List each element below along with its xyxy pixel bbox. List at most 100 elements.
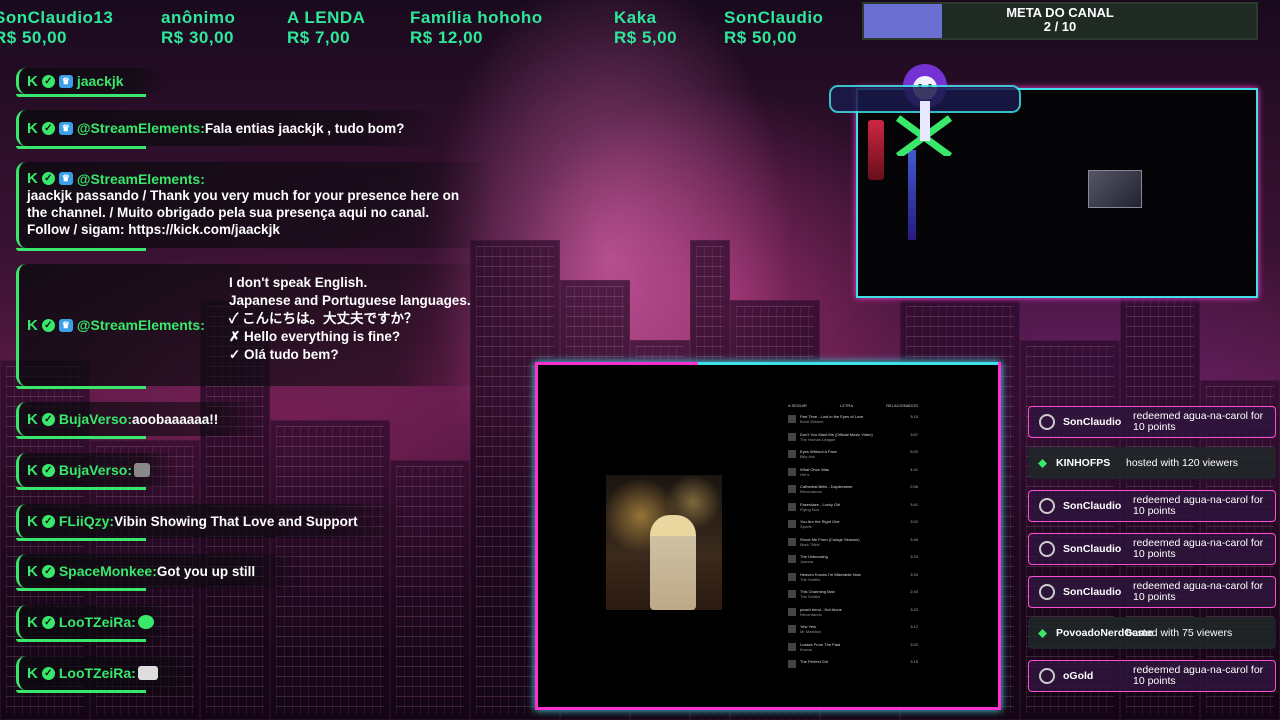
event-text: redeemed agua-na-carol for 10 points: [1133, 537, 1264, 560]
track-duration: 3:57: [910, 431, 918, 437]
thumbnail-icon: [788, 450, 796, 458]
verified-badge-icon: ✓: [41, 666, 55, 680]
donation-amount: R$ 12,00: [410, 28, 483, 47]
playlist-item[interactable]: Shoot Me From (Cutage Session) Mark Tidbi…: [788, 537, 918, 555]
track-artist: Sports: [800, 524, 812, 529]
chat-message: K ✓ ♛ @StreamElements: I don't speak Engli…: [16, 264, 486, 389]
video-window: A SEGUIR LETRA RELACIONADOS Part Time - …: [535, 362, 1001, 710]
event-username: oGold: [1063, 670, 1094, 682]
points-icon: [1039, 668, 1055, 684]
channel-logo-icon: [829, 64, 1021, 156]
chat-username: FLiiQzy:: [58, 513, 115, 529]
chat-text: ✓ こんにちは。大丈夫ですか？: [229, 311, 418, 326]
thumbnail-icon: [788, 642, 796, 651]
emote-icon: [137, 615, 154, 629]
event-text: redeemed agua-na-carol for 10 points: [1133, 664, 1264, 687]
playlist-item[interactable]: peach bend - Not Alone Recordando 3:22: [788, 607, 918, 625]
redeem-event: SonClaudio redeemed agua-na-carol for 10 …: [1028, 576, 1276, 608]
host-event: ⬥ PovoadoNerdGame hosted with 75 viewers: [1028, 617, 1276, 649]
chat-message: K ✓ ♛ @StreamElements: Fala entias jaackjk…: [16, 110, 446, 149]
playlist-item[interactable]: Heaven Knows I'm Miserable Now The Smiths…: [788, 572, 918, 590]
playlist-item[interactable]: Cathedral Bells - Daydreamer Recordando 2:…: [788, 484, 918, 502]
playlist-item[interactable]: This Charming Man The Smiths 2:43: [788, 589, 918, 607]
event-username: PovoadoNerdGame: [1056, 627, 1154, 639]
thumbnail-icon: [788, 590, 796, 598]
donation-item: SonClaudio R$ 50,00: [724, 8, 823, 48]
playlist-item[interactable]: Eyes Without A Face Billy Idol 5:00: [788, 449, 918, 467]
chat-username: BujaVerso:: [58, 411, 132, 427]
track-artist: Kroma: [800, 646, 812, 652]
donation-name: A LENDA: [287, 8, 366, 27]
chat-message: K ✓ FLiiQzy: Vibin Showing That Love and …: [16, 504, 406, 541]
music-video-thumbnail[interactable]: [606, 475, 722, 610]
playlist-item[interactable]: Don't You Want Me (Official Music Video)…: [788, 432, 918, 450]
playlist-item[interactable]: You Are the Right One Sports 3:02: [788, 519, 918, 537]
moderator-badge-icon: ♛: [58, 172, 73, 185]
tab-next[interactable]: A SEGUIR: [788, 403, 807, 408]
donation-name: SonClaudio13: [0, 8, 114, 27]
track-artist: Mark Tidbit: [800, 541, 820, 547]
tab-lyrics[interactable]: LETRA: [840, 403, 853, 408]
chat-text: Got you up still: [156, 563, 256, 579]
chat-text: Vibin Showing That Love and Support: [114, 513, 358, 529]
verified-badge-icon: ✓: [41, 412, 55, 426]
playlist-item[interactable]: Fazerdaze - Lucky Girl Flying Nun 3:41: [788, 502, 918, 520]
thumbnail-icon: [788, 467, 796, 476]
chat-message: K ✓ ♛ @StreamElements: jaackjk passando / …: [16, 162, 496, 251]
redeem-event: SonClaudio redeemed agua-na-carol for 10 …: [1028, 490, 1276, 522]
points-icon: [1039, 414, 1055, 430]
donation-item: Kaka R$ 5,00: [614, 8, 677, 48]
track-duration: 3:15: [910, 659, 918, 664]
track-artist: Recordando: [800, 611, 822, 617]
playlist-item[interactable]: The Perfect Girl 3:15: [788, 659, 918, 677]
track-duration: 3:12: [910, 624, 918, 629]
thumbnail-icon: [788, 520, 796, 528]
track-artist: Her's: [800, 471, 810, 477]
chat-username: @StreamElements:: [76, 170, 205, 187]
donation-name: Kaka: [614, 8, 657, 27]
playlist-item[interactable]: Yew Yew Mr Meadow 3:12: [788, 624, 918, 642]
event-username: KINHOFPS: [1056, 457, 1111, 469]
thumbnail-icon: [788, 537, 796, 546]
playlist-item[interactable]: Part Time - Lost in the Eyes of Love Burs…: [788, 414, 918, 432]
chat-text: Japanese and Portuguese languages.: [229, 293, 471, 308]
points-icon: [1039, 541, 1055, 557]
chat-message: K ✓ SpaceMonkee: Got you up still: [16, 554, 306, 591]
kick-badge-icon: K: [27, 664, 38, 682]
goal-title: META DO CANAL: [1006, 5, 1114, 20]
track-artist: Flying Nun: [800, 506, 820, 512]
kick-badge-icon: K: [27, 512, 38, 530]
chat-username: jaackjk: [76, 73, 124, 89]
thumbnail-icon: [788, 415, 796, 423]
tab-related[interactable]: RELACIONADOS: [886, 403, 918, 408]
redeem-event: SonClaudio redeemed agua-na-carol for 10 …: [1028, 533, 1276, 565]
track-artist: Burst Electric: [800, 419, 824, 424]
event-text: redeemed agua-na-carol for 10 points: [1133, 580, 1264, 603]
playlist-item[interactable]: Losses From The Past Kroma 3:32: [788, 642, 918, 660]
donation-amount: R$ 30,00: [161, 28, 234, 47]
track-duration: 2:43: [910, 589, 918, 594]
kick-badge-icon: K: [27, 170, 38, 187]
kick-badge-icon: K: [27, 410, 38, 428]
playlist-item[interactable]: What Once Was Her's 4:31: [788, 467, 918, 485]
chat-text: I don't speak English.: [229, 275, 368, 290]
verified-badge-icon: ✓: [41, 74, 55, 88]
donation-name: anônimo: [161, 8, 236, 27]
moderator-badge-icon: ♛: [58, 74, 73, 88]
verified-badge-icon: ✓: [41, 318, 55, 332]
verified-badge-icon: ✓: [41, 615, 55, 629]
event-username: SonClaudio: [1063, 586, 1122, 598]
person-figure: [650, 515, 696, 610]
playlist-item[interactable]: The Unknowing Joanna 3:33: [788, 554, 918, 572]
donation-name: SonClaudio: [724, 8, 824, 27]
emote-icon: [133, 463, 150, 477]
donation-item: A LENDA R$ 7,00: [287, 8, 365, 48]
kick-badge-icon: K: [27, 461, 38, 479]
verified-badge-icon: ✓: [41, 564, 55, 578]
map-pin-icon: ⬥: [1038, 455, 1048, 470]
event-text: hosted with 75 viewers: [1126, 626, 1233, 639]
chat-message: K ✓ BujaVerso: aoobaaaaaa!!: [16, 402, 266, 439]
kick-badge-icon: K: [27, 316, 38, 334]
map-pin-icon: ⬥: [1038, 625, 1048, 640]
chat-username: BujaVerso:: [58, 462, 132, 478]
